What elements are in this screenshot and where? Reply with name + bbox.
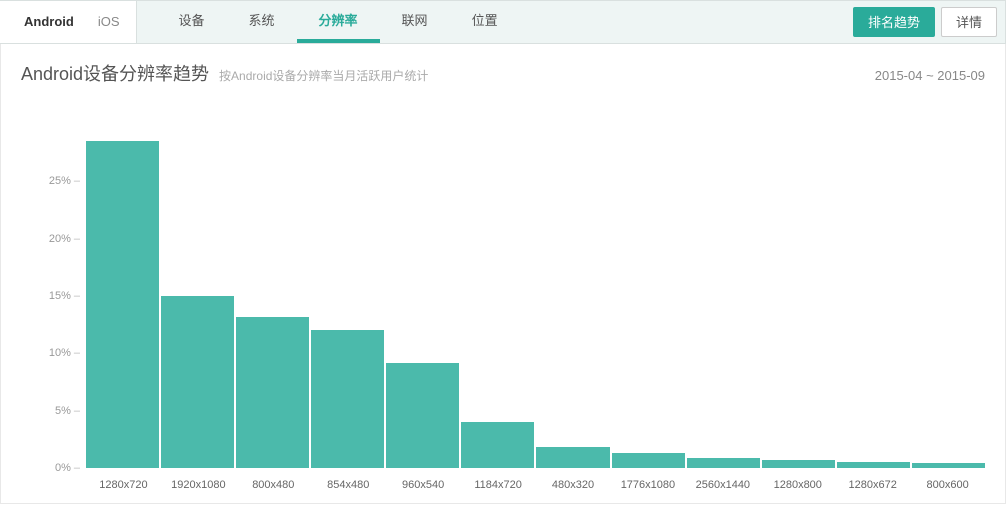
platform-tabs: AndroidiOS [0, 1, 137, 43]
plot: 0%–5%–10%–15%–20%–25%– [86, 124, 985, 468]
x-label: 1184x720 [461, 479, 536, 491]
bar[interactable] [687, 458, 760, 468]
bar-slot [161, 124, 234, 468]
platform-tab-android[interactable]: Android [12, 0, 86, 44]
metric-tab-4[interactable]: 位置 [450, 1, 520, 43]
bar-slot [311, 124, 384, 468]
x-label: 1280x720 [86, 479, 161, 491]
x-label: 800x600 [910, 479, 985, 491]
bar-slot [461, 124, 534, 468]
bar-slot [612, 124, 685, 468]
x-label: 854x480 [311, 479, 386, 491]
ranking-trend-button[interactable]: 排名趋势 [853, 7, 935, 37]
y-tick: 5%– [36, 405, 80, 417]
x-label: 1776x1080 [610, 479, 685, 491]
bar[interactable] [837, 462, 910, 468]
y-tick: 25%– [36, 175, 80, 187]
chart-subtitle: 按Android设备分辨率当月活跃用户统计 [219, 67, 875, 84]
bar-slot [536, 124, 609, 468]
platform-tab-ios[interactable]: iOS [86, 0, 132, 44]
bar[interactable] [536, 447, 609, 468]
metric-tab-2[interactable]: 分辨率 [297, 1, 380, 43]
bar-slot [687, 124, 760, 468]
details-button[interactable]: 详情 [941, 7, 997, 37]
y-tick: 15%– [36, 290, 80, 302]
metric-tabs: 设备系统分辨率联网位置 [137, 1, 520, 43]
x-label: 2560x1440 [685, 479, 760, 491]
date-range: 2015-04 ~ 2015-09 [875, 68, 985, 83]
bars-container [86, 124, 985, 468]
metric-tab-0[interactable]: 设备 [157, 1, 227, 43]
bar-slot [86, 124, 159, 468]
x-label: 1920x1080 [161, 479, 236, 491]
x-label: 960x540 [386, 479, 461, 491]
chart-title: Android设备分辨率趋势 [21, 60, 209, 86]
x-label: 1280x800 [760, 479, 835, 491]
bar[interactable] [236, 317, 309, 468]
y-tick: 0%– [36, 462, 80, 474]
x-label: 800x480 [236, 479, 311, 491]
toolbar: AndroidiOS 设备系统分辨率联网位置 排名趋势 详情 [0, 0, 1006, 44]
bar[interactable] [762, 460, 835, 468]
bar-slot [386, 124, 459, 468]
bar[interactable] [461, 422, 534, 468]
x-label: 1280x672 [835, 479, 910, 491]
x-label: 480x320 [536, 479, 611, 491]
chart-area: 0%–5%–10%–15%–20%–25%– 1280x7201920x1080… [0, 94, 1006, 504]
y-tick: 20%– [36, 233, 80, 245]
x-axis-labels: 1280x7201920x1080800x480854x480960x54011… [86, 479, 985, 491]
chart-header: Android设备分辨率趋势 按Android设备分辨率当月活跃用户统计 201… [0, 44, 1006, 94]
toolbar-buttons: 排名趋势 详情 [853, 7, 997, 37]
metric-tab-3[interactable]: 联网 [380, 1, 450, 43]
bar-slot [837, 124, 910, 468]
bar-slot [762, 124, 835, 468]
bar[interactable] [386, 363, 459, 468]
bar[interactable] [311, 330, 384, 468]
bar[interactable] [612, 453, 685, 468]
bar-slot [912, 124, 985, 468]
bar-slot [236, 124, 309, 468]
y-tick: 10%– [36, 347, 80, 359]
metric-tab-1[interactable]: 系统 [227, 1, 297, 43]
bar[interactable] [86, 141, 159, 468]
bar[interactable] [912, 463, 985, 468]
bar[interactable] [161, 296, 234, 468]
